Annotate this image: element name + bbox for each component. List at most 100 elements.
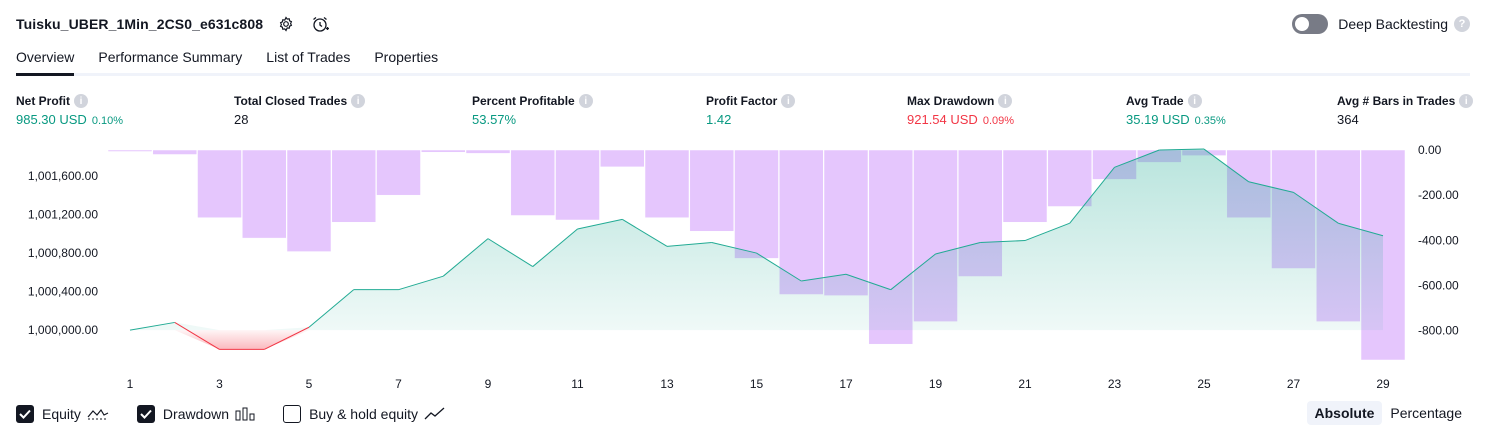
- x-axis-tick: 9: [485, 377, 492, 391]
- stat-avg-bars: Avg # Bars in Trades i 364: [1337, 92, 1474, 127]
- buy-hold-checkbox[interactable]: [283, 405, 302, 423]
- info-icon[interactable]: i: [578, 94, 593, 108]
- drawdown-bar: [376, 149, 421, 196]
- drawdown-bar: [510, 149, 556, 216]
- drawdown-bar: [465, 149, 511, 154]
- legend-label: Equity: [42, 406, 81, 422]
- drawdown-bar: [286, 149, 332, 252]
- equity-line-icon: [87, 407, 109, 421]
- drawdown-bar: [555, 149, 600, 221]
- drawdown-bar: [197, 149, 242, 218]
- stat-value: 985.30 USD: [16, 112, 87, 127]
- x-axis-tick: 27: [1287, 377, 1301, 391]
- x-axis-tick: 19: [929, 377, 943, 391]
- stat-avg-trade: Avg Trade i 35.19 USD 0.35%: [1126, 92, 1226, 127]
- x-axis-tick: 1: [127, 377, 134, 391]
- stat-label: Max Drawdown: [907, 94, 995, 108]
- stat-percent-profitable: Percent Profitable i 53.57%: [472, 92, 593, 127]
- deep-backtesting: Deep Backtesting ?: [1292, 12, 1470, 36]
- x-axis-tick: 3: [216, 377, 223, 391]
- drawdown-bar: [107, 149, 153, 152]
- drawdown-bars-icon: [235, 407, 255, 421]
- legend-buy-hold: Buy & hold equity: [283, 405, 446, 423]
- right-axis-tick: -200.00: [1418, 188, 1459, 202]
- drawdown-bar: [689, 149, 735, 232]
- drawdown-bar: [1047, 149, 1093, 207]
- x-axis-tick: 23: [1108, 377, 1122, 391]
- info-icon[interactable]: i: [1187, 94, 1202, 108]
- stat-profit-factor: Profit Factor i 1.42: [706, 92, 796, 127]
- drawdown-bar: [734, 149, 779, 259]
- absolute-button[interactable]: Absolute: [1306, 401, 1383, 425]
- alarm-clock-add-icon[interactable]: [309, 13, 331, 35]
- right-axis-tick: 0.00: [1418, 143, 1442, 157]
- stat-percent: 0.35%: [1194, 115, 1226, 127]
- legend-label: Drawdown: [162, 406, 230, 422]
- drawdown-bar: [331, 149, 377, 223]
- tab-overview[interactable]: Overview: [16, 44, 75, 76]
- info-icon[interactable]: i: [74, 94, 88, 108]
- equity-loss-fill: [130, 330, 1383, 350]
- stat-label: Net Profit: [16, 94, 70, 108]
- x-axis-tick: 25: [1197, 377, 1211, 391]
- left-axis: 1,001,600.00 1,001,200.00 1,000,800.00 1,00…: [28, 169, 98, 337]
- left-axis-tick: 1,000,800.00: [28, 246, 98, 260]
- drawdown-bar: [152, 149, 198, 155]
- drawdown-bar: [644, 149, 690, 218]
- report-tabs: Overview Performance Summary List of Tra…: [16, 44, 1470, 76]
- legend-drawdown: Drawdown: [136, 405, 255, 423]
- x-axis-tick: 15: [750, 377, 764, 391]
- x-axis-tick: 11: [571, 377, 584, 391]
- info-icon[interactable]: i: [351, 94, 366, 108]
- tab-properties[interactable]: Properties: [374, 44, 438, 73]
- legend-label: Buy & hold equity: [309, 406, 419, 422]
- stat-value: 921.54 USD: [907, 112, 978, 127]
- stats-row: Net Profit i 985.30 USD 0.10% Total Closed…: [16, 92, 1474, 132]
- drawdown-bar: [421, 149, 466, 153]
- tab-performance-summary[interactable]: Performance Summary: [98, 44, 242, 73]
- x-axis-tick: 21: [1018, 377, 1032, 391]
- right-axis-tick: -600.00: [1418, 279, 1459, 293]
- chart-legend: Equity Drawdown Buy & hold equity: [16, 403, 474, 425]
- equity-checkbox[interactable]: [16, 405, 34, 423]
- stat-label: Total Closed Trades: [234, 94, 348, 108]
- tab-list-of-trades[interactable]: List of Trades: [266, 44, 350, 73]
- stat-value: 53.57%: [472, 112, 517, 127]
- drawdown-bar: [600, 149, 645, 168]
- percentage-button[interactable]: Percentage: [1382, 401, 1470, 425]
- stat-label: Avg # Bars in Trades: [1337, 94, 1456, 108]
- gear-icon[interactable]: [275, 13, 297, 35]
- stat-total-closed-trades: Total Closed Trades i 28: [234, 92, 366, 127]
- x-axis-tick: 13: [660, 377, 674, 391]
- right-axis: 0.00 -200.00 -400.00 -600.00 -800.00: [1418, 143, 1459, 338]
- stat-net-profit: Net Profit i 985.30 USD 0.10%: [16, 92, 123, 127]
- left-axis-tick: 1,001,200.00: [28, 208, 98, 222]
- help-icon[interactable]: ?: [1454, 16, 1470, 32]
- equity-drawdown-chart[interactable]: 1,001,600.00 1,001,200.00 1,000,800.00 1,00…: [0, 140, 1486, 396]
- info-icon[interactable]: i: [781, 94, 796, 108]
- drawdown-bar: [823, 149, 869, 296]
- stat-value: 35.19 USD: [1126, 112, 1190, 127]
- stat-percent: 0.10%: [91, 115, 124, 127]
- stat-label: Profit Factor: [706, 94, 778, 108]
- x-axis: 1 3 5 7 9 11 13 15 17 19 21 23 25 27 29: [127, 377, 1390, 391]
- deep-backtesting-label: Deep Backtesting: [1338, 16, 1448, 32]
- buy-hold-line-icon: [424, 407, 446, 421]
- right-axis-tick: -800.00: [1418, 324, 1459, 338]
- info-icon[interactable]: i: [1459, 94, 1474, 108]
- stat-label: Avg Trade: [1126, 94, 1184, 108]
- left-axis-tick: 1,000,400.00: [28, 285, 98, 299]
- x-axis-tick: 7: [395, 377, 402, 391]
- scale-switch: Absolute Percentage: [1306, 401, 1471, 425]
- deep-backtesting-toggle[interactable]: [1292, 14, 1329, 34]
- x-axis-tick: 17: [839, 377, 853, 391]
- info-icon[interactable]: i: [998, 94, 1013, 108]
- drawdown-checkbox[interactable]: [136, 405, 155, 423]
- right-axis-tick: -400.00: [1418, 233, 1459, 247]
- drawdown-bar: [1002, 149, 1048, 223]
- x-axis-tick: 29: [1376, 377, 1390, 391]
- stat-value: 1.42: [706, 112, 732, 127]
- left-axis-tick: 1,001,600.00: [28, 169, 98, 183]
- strategy-name: Tuisku_UBER_1Min_2CS0_e631c808: [16, 16, 264, 32]
- strategy-header: Tuisku_UBER_1Min_2CS0_e631c808: [16, 12, 331, 36]
